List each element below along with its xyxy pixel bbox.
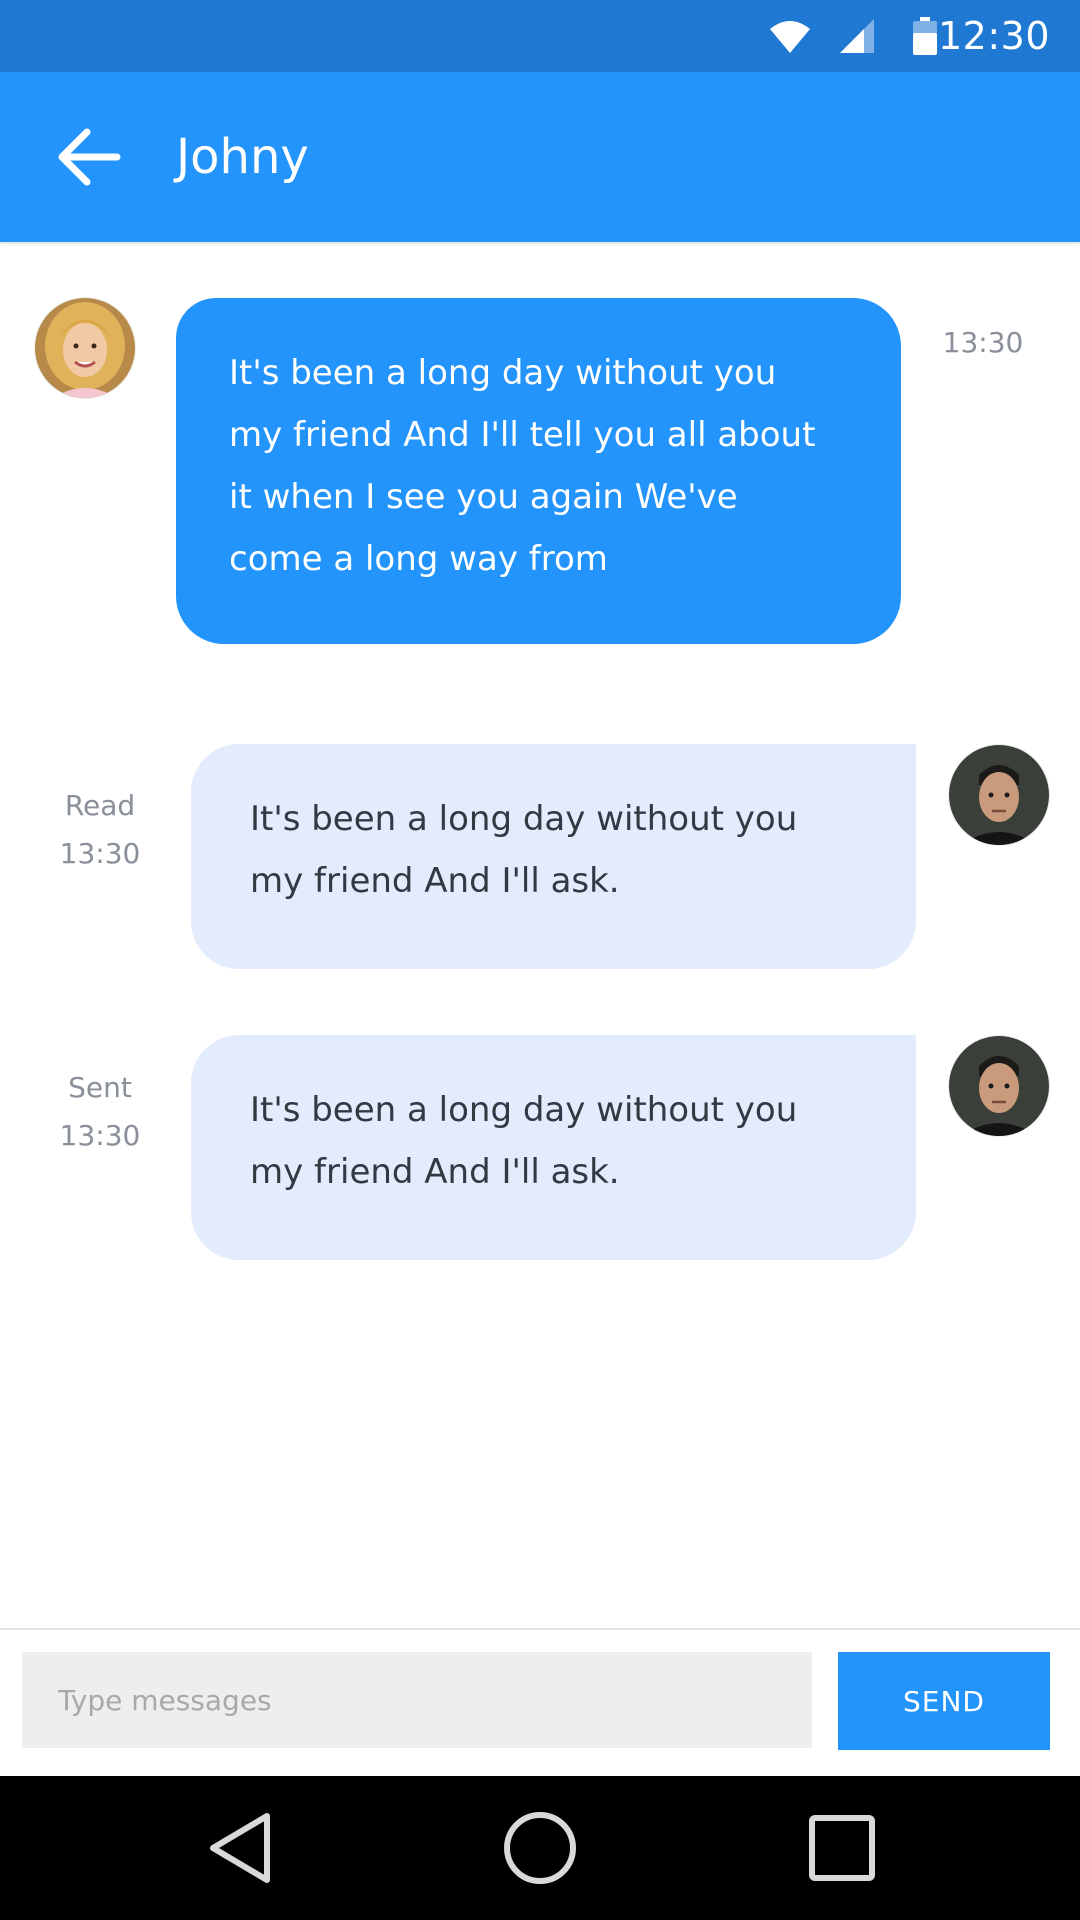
message-bubble-outgoing[interactable]: It's been a long day without you my frie… — [191, 744, 916, 969]
message-line: It's been a long day without you — [229, 353, 777, 393]
nav-recents-button[interactable] — [782, 1776, 902, 1920]
man-avatar-icon — [949, 745, 1049, 845]
message-line: it when I see you again We've — [229, 477, 738, 517]
message-input[interactable] — [22, 1652, 812, 1748]
message-line: my friend And I'll ask. — [250, 1152, 620, 1192]
wifi-icon — [768, 0, 812, 72]
message-status: Read — [64, 789, 136, 822]
message-line: my friend And I'll tell you all about — [229, 415, 816, 455]
message-time: 13:30 — [59, 1119, 141, 1152]
conversation-title: Johny — [176, 129, 309, 185]
user-avatar[interactable] — [949, 1036, 1049, 1136]
home-circle-icon — [504, 1812, 576, 1884]
recents-square-icon — [809, 1815, 875, 1881]
back-arrow-icon — [58, 128, 121, 186]
status-bar-clock: 12:30 — [937, 14, 1050, 58]
message-status: Sent — [68, 1071, 132, 1104]
man-avatar-icon — [949, 1036, 1049, 1136]
back-button[interactable] — [48, 122, 130, 192]
message-line: It's been a long day without you — [250, 1090, 798, 1130]
cell-signal-icon — [840, 0, 876, 72]
message-line: It's been a long day without you — [250, 799, 798, 839]
back-triangle-icon — [210, 1813, 270, 1883]
user-avatar[interactable] — [949, 745, 1049, 845]
message-time: 13:30 — [59, 837, 141, 870]
message-bubble-outgoing[interactable]: It's been a long day without you my frie… — [191, 1035, 916, 1260]
battery-icon — [912, 0, 938, 72]
app-bar: Johny — [0, 72, 1080, 242]
message-line: come a long way from — [229, 539, 608, 579]
nav-home-button[interactable] — [480, 1776, 600, 1920]
message-line: my friend And I'll ask. — [250, 861, 620, 901]
contact-avatar[interactable] — [35, 298, 135, 398]
system-nav-bar — [0, 1776, 1080, 1920]
message-time: 13:30 — [942, 326, 1024, 359]
woman-avatar-icon — [35, 298, 135, 398]
nav-back-button[interactable] — [180, 1776, 300, 1920]
message-composer: SEND — [0, 1628, 1080, 1778]
message-bubble-incoming[interactable]: It's been a long day without you my frie… — [176, 298, 901, 644]
send-button[interactable]: SEND — [838, 1652, 1050, 1750]
status-bar: 12:30 — [0, 0, 1080, 72]
